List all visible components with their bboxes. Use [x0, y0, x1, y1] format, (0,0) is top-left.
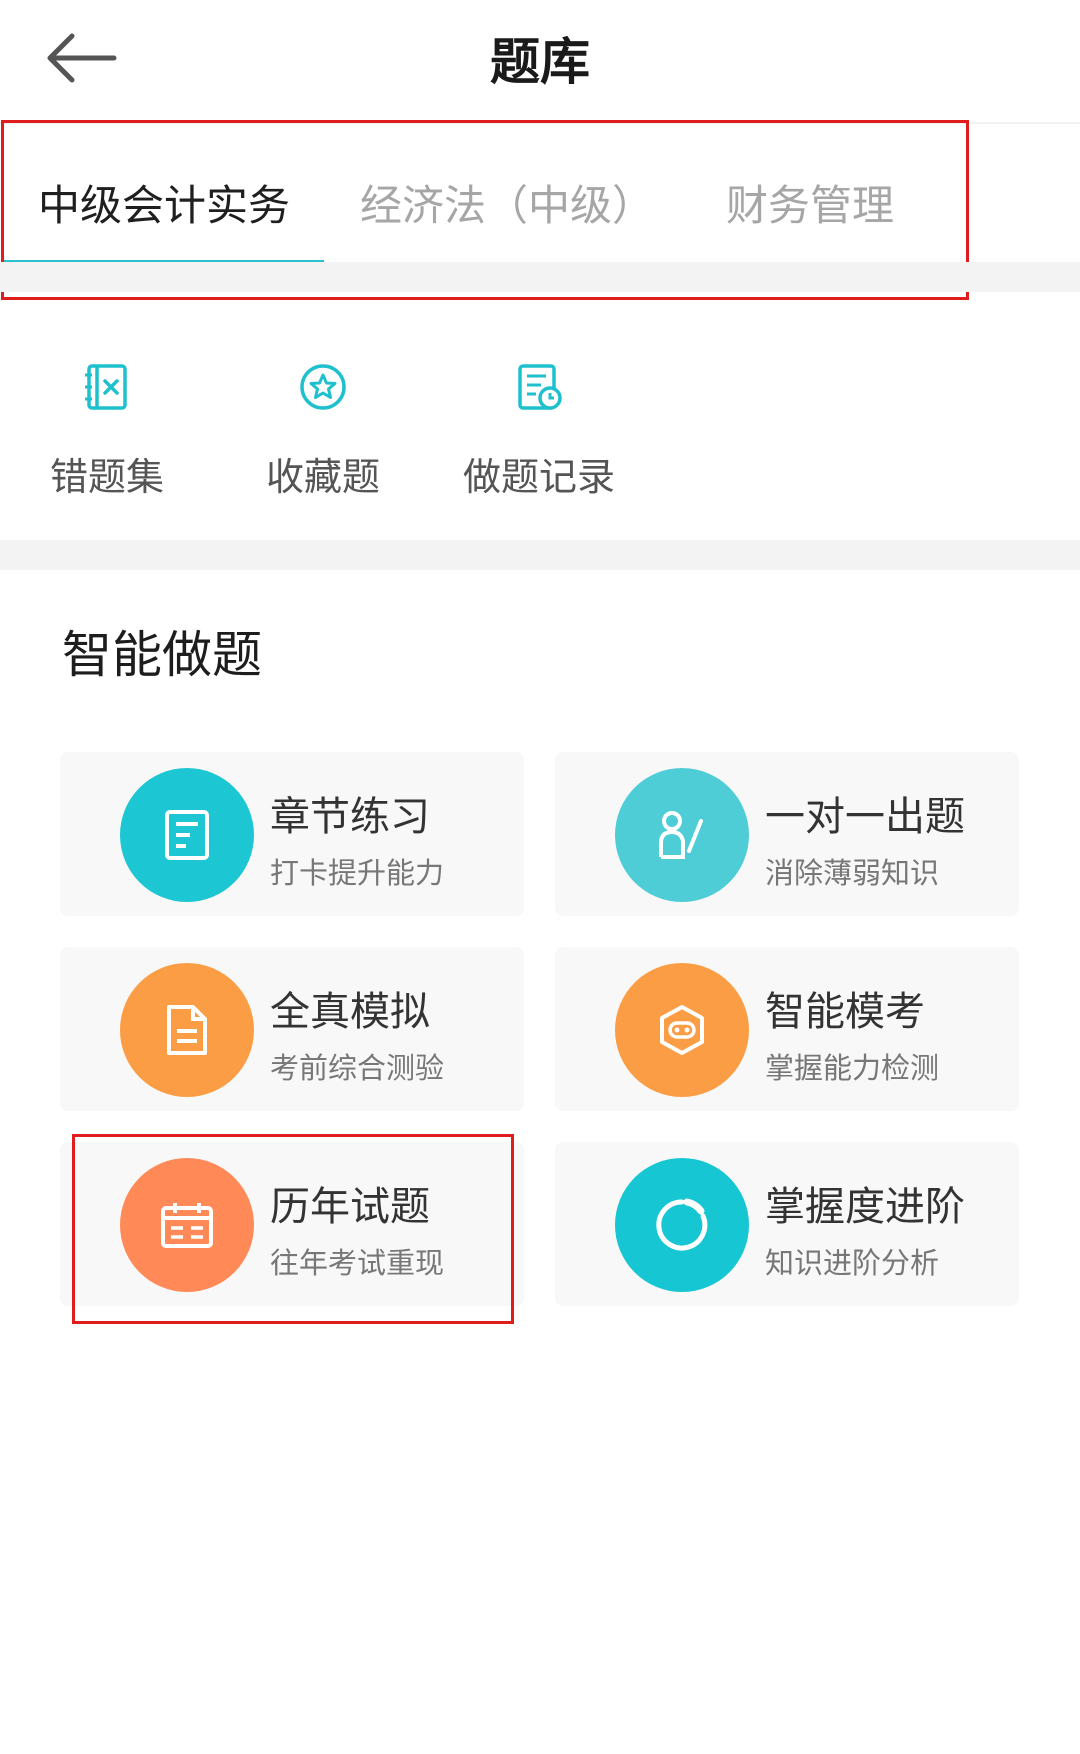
- record-clock-icon: [514, 362, 564, 412]
- card-smart-mock-exam[interactable]: 智能模考 掌握能力检测: [555, 947, 1019, 1111]
- quick-action-label: 收藏题: [265, 455, 380, 499]
- page-title: 题库: [490, 33, 590, 91]
- quick-action-label: 做题记录: [462, 455, 615, 499]
- card-subtitle: 往年考试重现: [270, 1246, 445, 1280]
- tab-economic-law[interactable]: 经济法（中级）: [360, 172, 654, 233]
- document-icon: [120, 768, 254, 902]
- file-icon: [120, 963, 254, 1097]
- quick-action-history[interactable]: 做题记录: [454, 362, 624, 501]
- tab-financial-management[interactable]: 财务管理: [726, 172, 894, 233]
- card-title: 智能模考: [765, 989, 925, 1035]
- card-subtitle: 考前综合测验: [270, 1051, 445, 1085]
- card-subtitle: 知识进阶分析: [765, 1246, 940, 1280]
- card-subtitle: 消除薄弱知识: [765, 856, 940, 890]
- card-title: 掌握度进阶: [765, 1184, 965, 1230]
- header-divider: [0, 122, 1080, 124]
- quick-action-wrong-questions[interactable]: 错题集: [22, 362, 192, 501]
- card-mastery-advance[interactable]: 掌握度进阶 知识进阶分析: [555, 1142, 1019, 1306]
- card-full-simulation[interactable]: 全真模拟 考前综合测验: [60, 947, 524, 1111]
- error-notebook-icon: [82, 362, 132, 412]
- quick-action-favorites[interactable]: 收藏题: [238, 362, 408, 501]
- tab-intermediate-accounting[interactable]: 中级会计实务: [38, 172, 290, 233]
- section-title: 智能做题: [62, 626, 262, 684]
- section-divider: [0, 262, 1080, 292]
- card-title: 一对一出题: [765, 794, 965, 840]
- card-chapter-practice[interactable]: 章节练习 打卡提升能力: [60, 752, 524, 916]
- progress-ring-icon: [615, 1158, 749, 1292]
- person-pen-icon: [615, 768, 749, 902]
- header-bar: 题库: [0, 0, 1080, 122]
- robot-hexagon-icon: [615, 963, 749, 1097]
- card-subtitle: 掌握能力检测: [765, 1051, 940, 1085]
- section-divider: [0, 540, 1080, 570]
- card-title: 全真模拟: [270, 989, 430, 1035]
- subject-tabs: 中级会计实务 经济法（中级） 财务管理: [0, 132, 1080, 264]
- card-one-on-one[interactable]: 一对一出题 消除薄弱知识: [555, 752, 1019, 916]
- card-title: 章节练习: [270, 794, 430, 840]
- card-title: 历年试题: [270, 1184, 430, 1230]
- quick-action-label: 错题集: [49, 455, 164, 499]
- star-circle-icon: [298, 362, 348, 412]
- calendar-icon: [120, 1158, 254, 1292]
- card-subtitle: 打卡提升能力: [270, 856, 445, 890]
- card-past-exams[interactable]: 历年试题 往年考试重现: [60, 1142, 524, 1306]
